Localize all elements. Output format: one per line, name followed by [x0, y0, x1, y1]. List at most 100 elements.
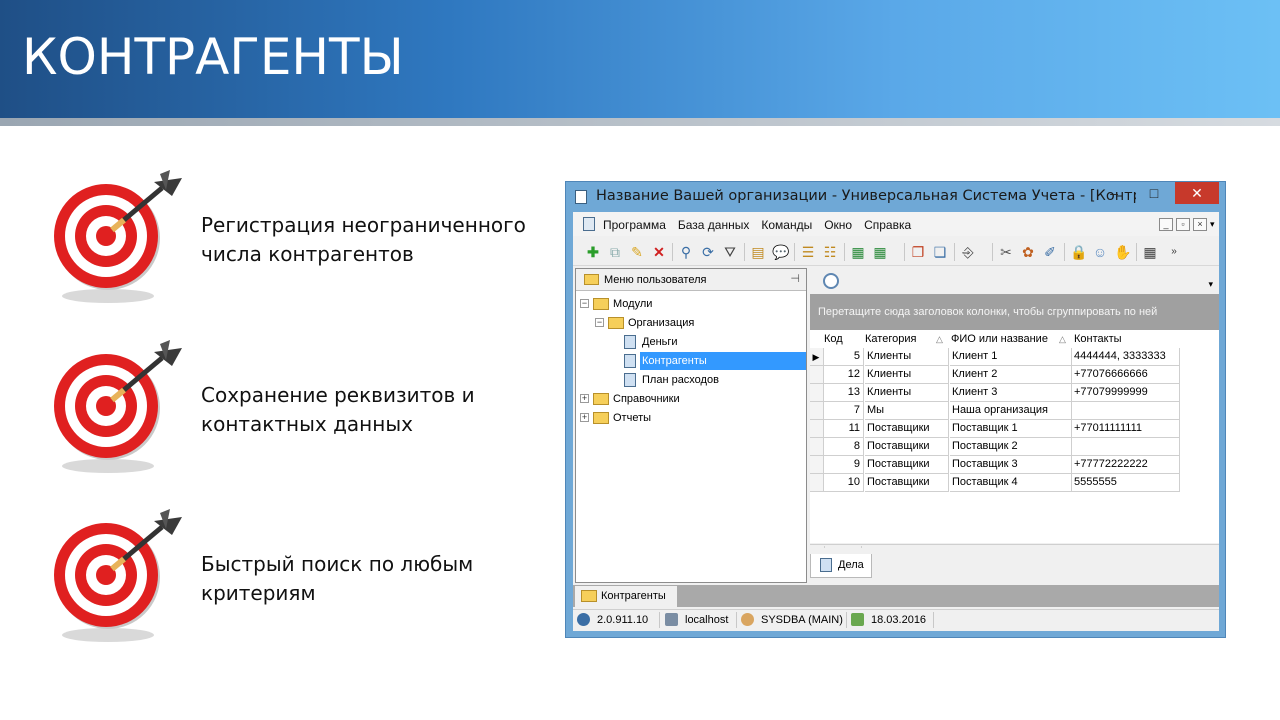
cell-name[interactable]: Поставщик 4	[950, 474, 1072, 492]
collapse-icon[interactable]: −	[580, 299, 589, 308]
calendar-grid-icon[interactable]: ▦	[1142, 244, 1158, 260]
cell-contacts[interactable]	[1072, 402, 1180, 420]
menu-overflow-icon[interactable]: ▾	[1210, 219, 1215, 230]
mdi-close-button[interactable]: ×	[1193, 218, 1207, 231]
bullet-text: Сохранение реквизитов и контактных данны…	[201, 381, 541, 439]
tab-tasks[interactable]: Дела	[810, 554, 872, 578]
cell-code[interactable]: 10	[824, 474, 864, 492]
pin-icon[interactable]: ⊣	[790, 272, 800, 285]
cell-category[interactable]: Клиенты	[865, 348, 949, 366]
copy-icon[interactable]: ⧉	[607, 244, 623, 260]
row-selector[interactable]	[810, 402, 824, 420]
plugin-icon[interactable]: ✋	[1114, 244, 1131, 260]
column-header-name[interactable]: ФИО или название △	[951, 330, 1071, 348]
minimize-button[interactable]: –	[1097, 182, 1131, 204]
mdi-doc-icon[interactable]	[583, 217, 595, 231]
collapse-icon[interactable]: −	[595, 318, 604, 327]
row-selector[interactable]	[810, 456, 824, 474]
toolbar-overflow-icon[interactable]: »	[1166, 244, 1182, 260]
menu-commands[interactable]: Команды	[761, 218, 812, 232]
column-header-contacts[interactable]: Контакты	[1074, 330, 1184, 348]
tools-icon[interactable]: ✂	[998, 244, 1014, 260]
window-arrow-icon[interactable]: ❏	[932, 244, 948, 260]
mdi-restore-button[interactable]: ▫	[1176, 218, 1190, 231]
cell-category[interactable]: Поставщики	[865, 474, 949, 492]
menu-program[interactable]: Программа	[603, 218, 666, 232]
cell-contacts[interactable]: +77772222222	[1072, 456, 1180, 474]
expand-icon[interactable]: +	[580, 413, 589, 422]
window-titlebar[interactable]: Название Вашей организации - Универсальн…	[566, 182, 1225, 212]
row-selector[interactable]	[810, 366, 824, 384]
tree-item-references[interactable]: + Справочники	[580, 390, 780, 408]
cell-code[interactable]: 12	[824, 366, 864, 384]
cell-code[interactable]: 7	[824, 402, 864, 420]
cell-contacts[interactable]: +77076666666	[1072, 366, 1180, 384]
cell-code[interactable]: 13	[824, 384, 864, 402]
cell-contacts[interactable]: 5555555	[1072, 474, 1180, 492]
cell-category[interactable]: Клиенты	[865, 366, 949, 384]
tab-counterparties[interactable]: Контрагенты	[575, 586, 677, 607]
cell-contacts[interactable]: +77079999999	[1072, 384, 1180, 402]
tree-item-organization[interactable]: − Организация	[595, 314, 795, 332]
edit-pencil-icon[interactable]: ✎	[629, 244, 645, 260]
exit-door-icon[interactable]: ⎆	[960, 244, 976, 260]
close-button[interactable]: ✕	[1175, 182, 1219, 204]
users-icon[interactable]: ☺	[1092, 244, 1108, 260]
cell-code[interactable]: 8	[824, 438, 864, 456]
cell-name[interactable]: Клиент 2	[950, 366, 1072, 384]
expand-icon[interactable]: +	[580, 394, 589, 403]
menu-window[interactable]: Окно	[824, 218, 852, 232]
row-selector[interactable]	[810, 438, 824, 456]
cell-code[interactable]: 9	[824, 456, 864, 474]
lock-icon[interactable]: 🔒	[1070, 244, 1087, 260]
tree-item-money[interactable]: Деньги	[624, 333, 804, 351]
excel-menu-icon[interactable]: ▦	[872, 244, 888, 260]
tree-expand-icon[interactable]: ☰	[800, 244, 816, 260]
cell-name[interactable]: Наша организация	[950, 402, 1072, 420]
row-selector[interactable]	[810, 384, 824, 402]
add-icon[interactable]: ✚	[585, 244, 601, 260]
grid-menu-icon[interactable]: ▾	[1208, 279, 1213, 290]
refresh-search-icon[interactable]: ⟳	[700, 244, 716, 260]
cell-name[interactable]: Клиент 3	[950, 384, 1072, 402]
settings-edit-icon[interactable]: ✐	[1042, 244, 1058, 260]
cell-category[interactable]: Поставщики	[865, 438, 949, 456]
mdi-minimize-button[interactable]: _	[1159, 218, 1173, 231]
excel-export-icon[interactable]: ▦	[850, 244, 866, 260]
search-icon[interactable]: ⚲	[678, 244, 694, 260]
row-selector[interactable]	[810, 420, 824, 438]
comment-icon[interactable]: 💬	[772, 244, 789, 260]
delete-icon[interactable]: ✕	[651, 244, 667, 260]
cell-category[interactable]: Поставщики	[865, 420, 949, 438]
cell-code[interactable]: 5	[824, 348, 864, 366]
filter-icon[interactable]: ⛛	[722, 244, 738, 260]
cell-category[interactable]: Мы	[865, 402, 949, 420]
tree-item-reports[interactable]: + Отчеты	[580, 409, 780, 427]
tree-item-modules[interactable]: − Модули	[580, 295, 780, 313]
column-header-code[interactable]: Код	[824, 330, 864, 348]
tree-item-expense-plan[interactable]: План расходов	[624, 371, 804, 389]
maximize-button[interactable]: □	[1137, 182, 1171, 204]
clock-icon[interactable]	[823, 273, 839, 289]
cell-name[interactable]: Поставщик 1	[950, 420, 1072, 438]
cell-contacts[interactable]: 4444444, 3333333	[1072, 348, 1180, 366]
cell-name[interactable]: Клиент 1	[950, 348, 1072, 366]
menu-help[interactable]: Справка	[864, 218, 911, 232]
slide-header: КОНТРАГЕНТЫ	[0, 0, 1280, 118]
column-header-category[interactable]: Категория △	[865, 330, 949, 348]
cell-name[interactable]: Поставщик 3	[950, 456, 1072, 474]
cell-category[interactable]: Поставщики	[865, 456, 949, 474]
menu-database[interactable]: База данных	[678, 218, 749, 232]
tree-item-counterparties[interactable]: Контрагенты	[624, 352, 806, 370]
export-icon[interactable]: ▤	[750, 244, 766, 260]
palette-icon[interactable]: ✿	[1020, 244, 1036, 260]
cell-name[interactable]: Поставщик 2	[950, 438, 1072, 456]
new-window-icon[interactable]: ❐	[910, 244, 926, 260]
tree-collapse-icon[interactable]: ☷	[822, 244, 838, 260]
cell-contacts[interactable]	[1072, 438, 1180, 456]
row-selector[interactable]	[810, 474, 824, 492]
group-by-panel[interactable]: Перетащите сюда заголовок колонки, чтобы…	[810, 294, 1219, 330]
cell-contacts[interactable]: +77011111111	[1072, 420, 1180, 438]
cell-category[interactable]: Клиенты	[865, 384, 949, 402]
cell-code[interactable]: 11	[824, 420, 864, 438]
